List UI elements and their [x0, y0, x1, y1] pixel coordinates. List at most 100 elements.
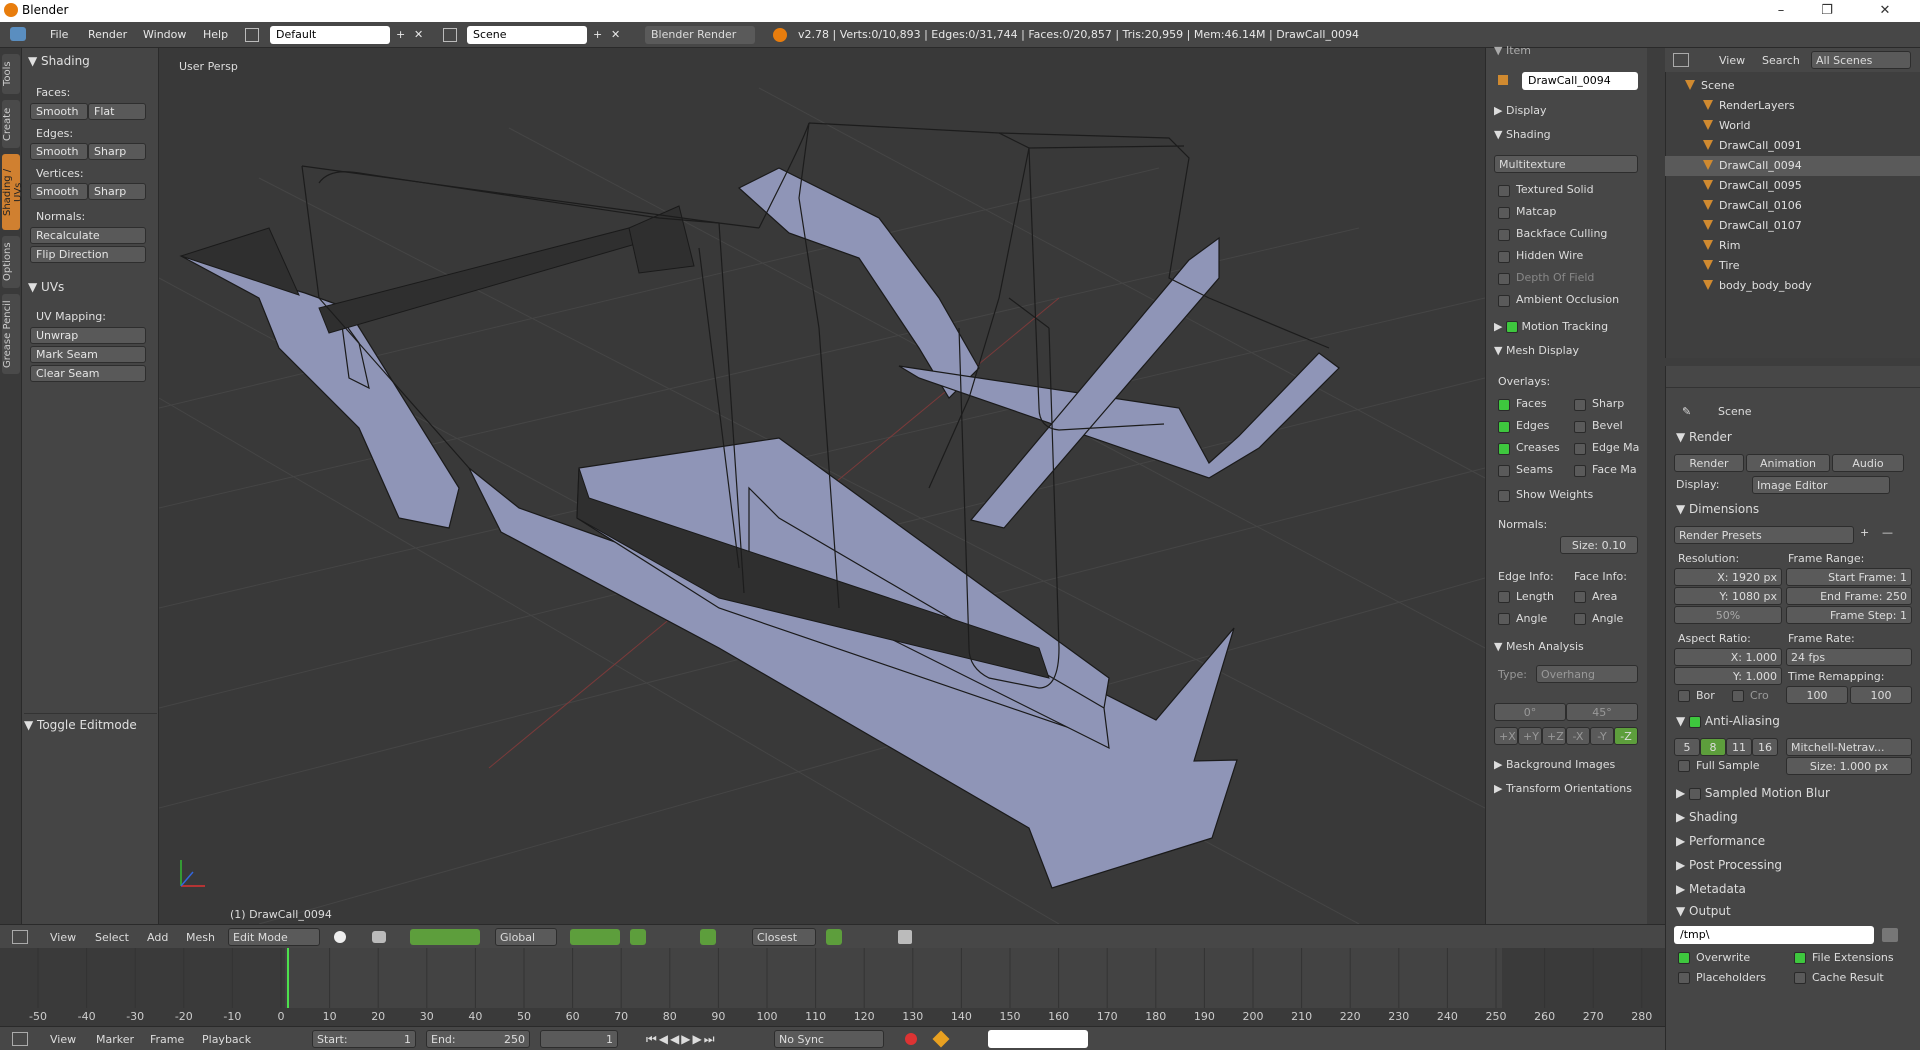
render-section-panel[interactable]: ▶ Shading: [1676, 810, 1738, 824]
border-checkbox[interactable]: [1678, 690, 1690, 702]
proportional-edit-icon[interactable]: [826, 929, 842, 945]
remove-scene-icon[interactable]: ✕: [611, 28, 620, 41]
mesh-analysis-panel[interactable]: ▼ Mesh Analysis: [1494, 640, 1584, 653]
crop-checkbox[interactable]: [1732, 690, 1744, 702]
render-engine-select[interactable]: Blender Render: [645, 26, 755, 44]
area-checkbox[interactable]: [1574, 591, 1586, 603]
face-angle-checkbox[interactable]: [1574, 613, 1586, 625]
scene-field[interactable]: Scene: [467, 26, 587, 44]
transform-orientations-panel[interactable]: ▶ Transform Orientations: [1494, 782, 1632, 795]
render-section-panel[interactable]: ▶ Post Processing: [1676, 858, 1782, 872]
sampled-motion-blur-panel[interactable]: ▶ Sampled Motion Blur: [1676, 786, 1830, 800]
add-preset-icon[interactable]: +: [1860, 526, 1869, 539]
timeline[interactable]: -50 -40 -30 -20 -10 0 10 20 30 40 50 60 70 80 90 100 110…: [0, 948, 1665, 1026]
aspect-y-field[interactable]: Y: 1.000: [1674, 667, 1782, 685]
aa-filter-size-field[interactable]: Size: 1.000 px: [1786, 757, 1912, 775]
menu-file[interactable]: File: [50, 28, 68, 41]
mesh-drawcall-0094[interactable]: [180, 167, 1340, 889]
menu-window[interactable]: Window: [143, 28, 186, 41]
tab-shading-uvs[interactable]: Shading / UVs: [2, 154, 24, 230]
maximize-button[interactable]: ❐: [1804, 0, 1850, 22]
minimize-button[interactable]: –: [1758, 0, 1804, 22]
playback-controls[interactable]: ⏮◀◀▶▶⏭: [646, 1032, 717, 1047]
screen-layout-icon[interactable]: [245, 28, 259, 42]
timeline-canvas[interactable]: -50 -40 -30 -20 -10 0 10 20 30 40 50 60 70 80 90 100 110…: [0, 948, 1665, 1026]
outliner-display-mode[interactable]: All Scenes: [1811, 51, 1911, 69]
editor-type-icon[interactable]: [12, 930, 28, 944]
edge-angle-checkbox[interactable]: [1498, 613, 1510, 625]
sync-mode-select[interactable]: No Sync: [774, 1030, 884, 1048]
audio-button[interactable]: Audio: [1832, 454, 1904, 472]
cache-result-checkbox[interactable]: [1794, 972, 1806, 984]
tab-options[interactable]: Options: [2, 236, 20, 288]
vertices-smooth-button[interactable]: Smooth: [30, 183, 88, 200]
clear-seam-button[interactable]: Clear Seam: [30, 365, 146, 382]
timeline-playback-menu[interactable]: Playback: [202, 1033, 251, 1046]
time-remap-new-field[interactable]: 100: [1850, 686, 1912, 704]
recalculate-button[interactable]: Recalculate: [30, 227, 146, 244]
current-frame-field[interactable]: 1: [540, 1030, 618, 1048]
shading-option-checkbox[interactable]: [1498, 185, 1510, 197]
menu-help[interactable]: Help: [203, 28, 228, 41]
timeline-frame-menu[interactable]: Frame: [150, 1033, 184, 1046]
output-path-field[interactable]: /tmp\: [1674, 926, 1874, 944]
unwrap-button[interactable]: Unwrap: [30, 327, 146, 344]
tab-grease-pencil[interactable]: Grease Pencil: [2, 294, 20, 374]
edges-smooth-button[interactable]: Smooth: [30, 143, 88, 160]
resolution-percent-field[interactable]: 50%: [1674, 606, 1782, 624]
file-extensions-checkbox[interactable]: [1794, 952, 1806, 964]
analysis-axis-button[interactable]: -Z: [1614, 727, 1638, 745]
analysis-type-select[interactable]: Overhang: [1536, 665, 1638, 683]
outliner-row[interactable]: DrawCall_0095: [1665, 176, 1920, 196]
overlay-checkbox[interactable]: [1498, 443, 1510, 455]
overlay-checkbox[interactable]: [1498, 421, 1510, 433]
record-icon[interactable]: [905, 1033, 917, 1045]
range-max-field[interactable]: 45°: [1566, 703, 1638, 721]
shading-option-checkbox[interactable]: [1498, 207, 1510, 219]
outliner-row[interactable]: Scene: [1665, 76, 1920, 96]
mode-select[interactable]: Edit Mode: [228, 928, 320, 946]
aa-samples-button[interactable]: 8: [1700, 738, 1726, 756]
dimensions-panel-header[interactable]: ▼ Dimensions: [1676, 502, 1759, 516]
resolution-y-field[interactable]: Y: 1080 px: [1674, 587, 1782, 605]
start-frame-field[interactable]: Start Frame: 1: [1786, 568, 1912, 586]
motion-tracking-panel[interactable]: ▶ Motion Tracking: [1494, 320, 1608, 333]
background-images-panel[interactable]: ▶ Background Images: [1494, 758, 1615, 771]
outliner-row[interactable]: RenderLayers: [1665, 96, 1920, 116]
snap-target-select[interactable]: Closest: [752, 928, 816, 946]
render-presets-select[interactable]: Render Presets: [1674, 526, 1854, 544]
outliner-row[interactable]: body_body_body: [1665, 276, 1920, 296]
display-select[interactable]: Image Editor: [1752, 476, 1890, 494]
time-remap-old-field[interactable]: 100: [1786, 686, 1848, 704]
render-preview-icon[interactable]: [898, 930, 912, 944]
end-frame-field[interactable]: End Frame: 250: [1786, 587, 1912, 605]
viewport-view-menu[interactable]: View: [50, 931, 76, 944]
end-frame-timeline-field[interactable]: End: 250: [426, 1030, 530, 1048]
overwrite-checkbox[interactable]: [1678, 952, 1690, 964]
anti-aliasing-panel[interactable]: ▼ Anti-Aliasing: [1676, 714, 1780, 728]
render-section-panel[interactable]: ▶ Performance: [1676, 834, 1765, 848]
overlay-checkbox[interactable]: [1574, 443, 1586, 455]
outliner-row[interactable]: Tire: [1665, 256, 1920, 276]
outliner-row[interactable]: DrawCall_0107: [1665, 216, 1920, 236]
shading-mode-select[interactable]: Multitexture: [1494, 155, 1638, 173]
keyframe-icon[interactable]: [932, 1030, 950, 1048]
range-min-field[interactable]: 0°: [1494, 703, 1566, 721]
outliner-row[interactable]: DrawCall_0091: [1665, 136, 1920, 156]
normals-size-field[interactable]: Size: 0.10: [1560, 536, 1638, 554]
render-button[interactable]: Render: [1674, 454, 1744, 472]
outliner-view-menu[interactable]: View: [1719, 54, 1745, 67]
edges-sharp-button[interactable]: Sharp: [88, 143, 146, 160]
full-sample-checkbox[interactable]: [1678, 760, 1690, 772]
tab-tools[interactable]: Tools: [2, 54, 20, 94]
resolution-x-field[interactable]: X: 1920 px: [1674, 568, 1782, 586]
outliner-row[interactable]: DrawCall_0106: [1665, 196, 1920, 216]
shading-panel-header-n[interactable]: ▼ Shading: [1494, 128, 1551, 141]
outliner-editor-icon[interactable]: [1673, 53, 1689, 67]
timeline-marker-menu[interactable]: Marker: [96, 1033, 134, 1046]
menu-render[interactable]: Render: [88, 28, 127, 41]
aa-samples-button[interactable]: 16: [1752, 738, 1778, 756]
analysis-axis-button[interactable]: -Y: [1590, 727, 1614, 745]
timeline-editor-icon[interactable]: [12, 1032, 28, 1046]
analysis-axis-button[interactable]: +X: [1494, 727, 1518, 745]
